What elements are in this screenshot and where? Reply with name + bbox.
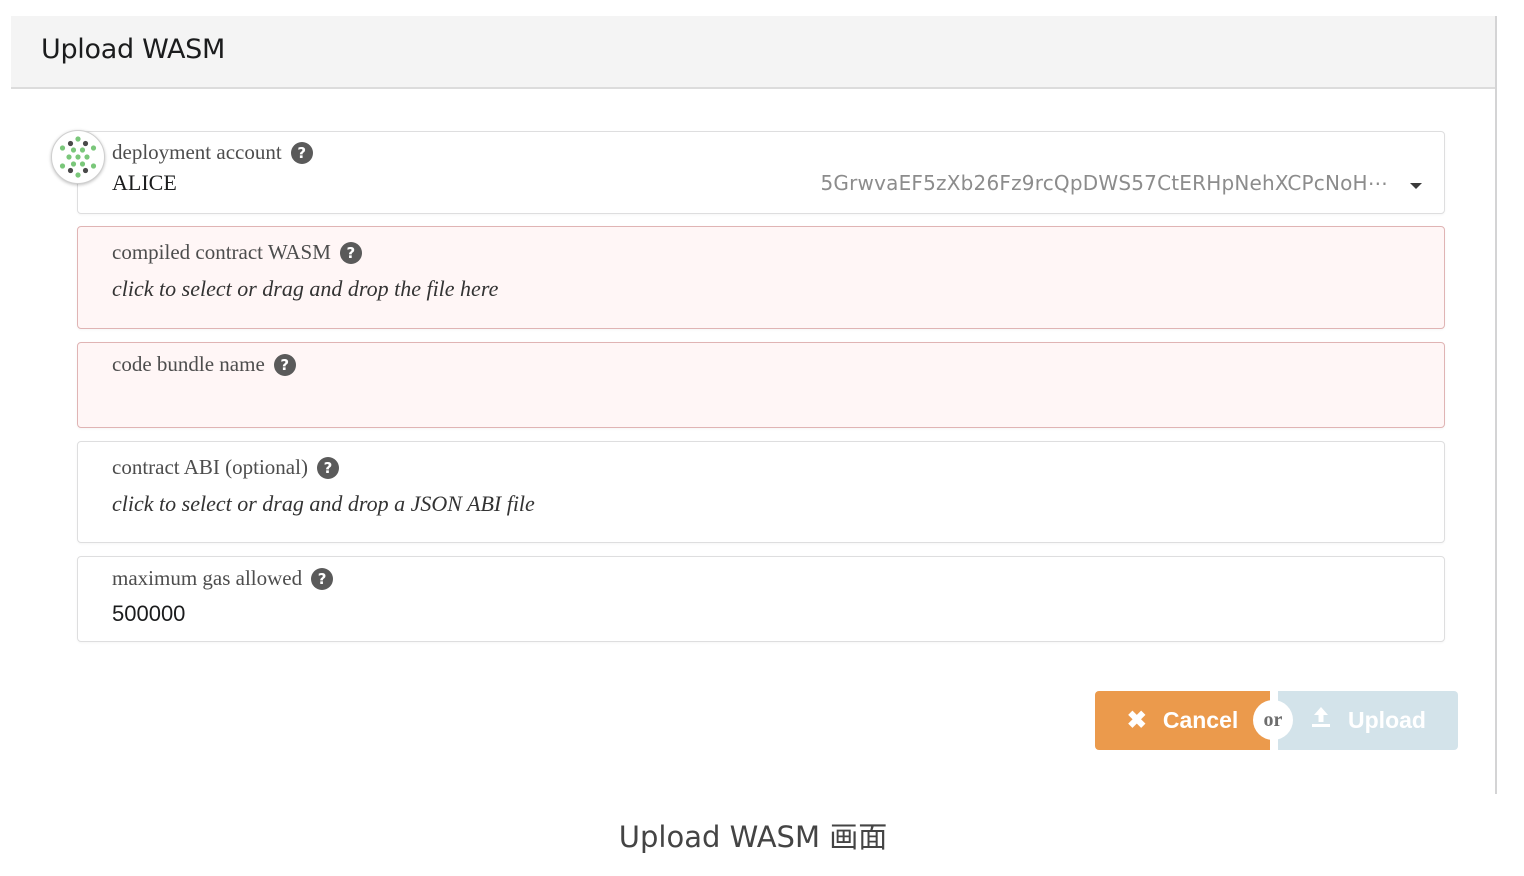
max-gas-input[interactable]: 500000 — [112, 601, 185, 627]
account-address: 5GrwvaEF5zXb26Fz9rcQpDWS57CtERHpNehXCPcN… — [820, 171, 1388, 195]
close-icon: ✖ — [1126, 707, 1147, 734]
or-separator: or — [1253, 700, 1293, 740]
caret-down-icon[interactable] — [1410, 183, 1422, 189]
max-gas-field[interactable]: maximum gas allowed ? 500000 — [77, 556, 1445, 642]
wasm-label-text: compiled contract WASM — [112, 240, 331, 264]
deployment-account-label: deployment account ? — [112, 140, 313, 165]
cancel-button-label: Cancel — [1162, 707, 1239, 733]
upload-button[interactable]: Upload — [1278, 691, 1458, 750]
max-gas-label-text: maximum gas allowed — [112, 566, 303, 590]
wasm-file-dropzone[interactable]: compiled contract WASM ? click to select… — [77, 226, 1445, 329]
deployment-account-label-text: deployment account — [112, 140, 282, 164]
upload-icon — [1310, 705, 1332, 736]
max-gas-label: maximum gas allowed ? — [112, 566, 334, 591]
wasm-dropzone-placeholder: click to select or drag and drop the fil… — [112, 276, 499, 301]
account-name: ALICE — [112, 170, 177, 195]
question-circle-icon[interactable]: ? — [339, 241, 362, 264]
deployment-account-dropdown[interactable]: deployment account ? ALICE 5GrwvaEF5zXb2… — [77, 131, 1445, 214]
question-circle-icon[interactable]: ? — [273, 353, 296, 376]
cancel-button[interactable]: ✖ Cancel — [1095, 691, 1270, 750]
bundle-name-label-text: code bundle name — [112, 352, 265, 376]
action-buttons: ✖ Cancel or Upload — [1095, 691, 1458, 750]
bundle-name-label: code bundle name ? — [112, 352, 296, 377]
identicon — [51, 130, 105, 184]
abi-file-dropzone[interactable]: contract ABI (optional) ? click to selec… — [77, 441, 1445, 543]
question-circle-icon[interactable]: ? — [311, 567, 334, 590]
modal-title: Upload WASM — [41, 34, 226, 65]
figure-caption: Upload WASM 画面 — [618, 820, 888, 854]
question-circle-icon[interactable]: ? — [290, 141, 313, 164]
bundle-name-field[interactable]: code bundle name ? — [77, 342, 1445, 428]
abi-dropzone-placeholder: click to select or drag and drop a JSON … — [112, 491, 535, 516]
abi-label: contract ABI (optional) ? — [112, 455, 339, 480]
abi-label-text: contract ABI (optional) — [112, 455, 308, 479]
upload-button-label: Upload — [1348, 707, 1426, 733]
question-circle-icon[interactable]: ? — [316, 456, 339, 479]
wasm-label: compiled contract WASM ? — [112, 240, 362, 265]
modal-header: Upload WASM — [11, 16, 1495, 89]
